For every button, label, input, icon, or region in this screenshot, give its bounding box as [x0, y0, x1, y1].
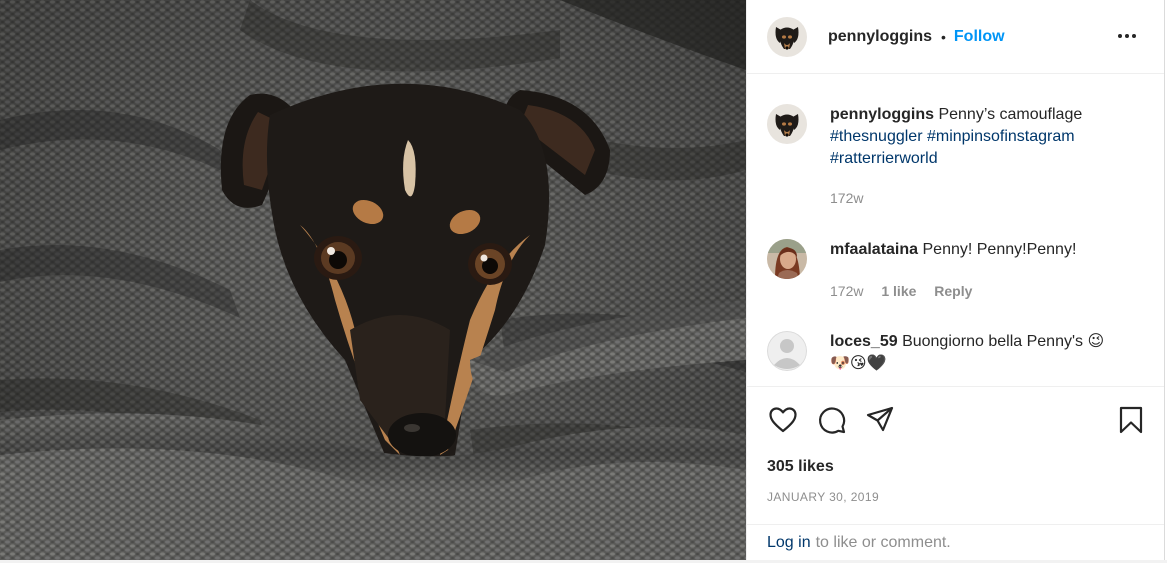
dog-avatar-image: [767, 16, 807, 57]
post-header: pennyloggins • Follow: [747, 0, 1164, 74]
reply-button[interactable]: Reply: [934, 283, 972, 299]
instagram-post: pennyloggins • Follow pennyloggins Penny…: [0, 0, 1167, 563]
login-text: to like or comment.: [815, 533, 951, 551]
caption-body: pennyloggins Penny’s camouflage #thesnug…: [830, 104, 1144, 209]
commenter-avatar[interactable]: [767, 239, 807, 279]
comment-username[interactable]: loces_59: [830, 333, 898, 350]
more-options-icon[interactable]: [1114, 24, 1140, 48]
heart-icon[interactable]: [767, 404, 799, 436]
hashtag-link[interactable]: #minpinsofinstagram: [927, 128, 1075, 145]
comment-bubble-icon[interactable]: [816, 404, 848, 436]
comments-list[interactable]: pennyloggins Penny’s camouflage #thesnug…: [747, 74, 1164, 386]
post-actions: 305 likes JANUARY 30, 2019: [747, 386, 1164, 524]
comment-meta: 172w 1 like Reply: [830, 280, 1144, 302]
comment-body: mfaalataina Penny! Penny!Penny! 172w 1 l…: [830, 239, 1144, 302]
caption-avatar[interactable]: [767, 104, 807, 144]
comment-text: Penny! Penny!Penny!: [922, 241, 1077, 258]
dog-avatar-image: [767, 104, 807, 144]
post-photo[interactable]: [0, 0, 746, 560]
caption-meta: 172w: [830, 187, 1144, 209]
hashtag-link[interactable]: #ratterrierworld: [830, 150, 938, 167]
post-side-panel: pennyloggins • Follow pennyloggins Penny…: [746, 0, 1165, 560]
paper-plane-icon[interactable]: [864, 404, 896, 436]
bookmark-icon[interactable]: [1115, 404, 1147, 436]
dog-in-blanket-image: [0, 0, 746, 560]
comment-username[interactable]: mfaalataina: [830, 241, 918, 258]
login-link[interactable]: Log in: [767, 534, 811, 552]
default-avatar-image: [767, 331, 807, 371]
likes-count[interactable]: 305 likes: [767, 458, 834, 476]
hashtag-link[interactable]: #thesnuggler: [830, 128, 923, 145]
comment-text: Buongiorno bella Penny's: [902, 333, 1084, 350]
wink-emoji: 😉: [1087, 333, 1105, 350]
header-separator: •: [941, 28, 946, 45]
emoji-group: 🐶😘🖤: [830, 355, 887, 372]
caption-text: Penny’s camouflage: [938, 106, 1083, 123]
caption-time[interactable]: 172w: [830, 190, 863, 206]
post-date[interactable]: JANUARY 30, 2019: [767, 490, 879, 504]
follow-button[interactable]: Follow: [954, 28, 1005, 46]
more-dot: [1125, 34, 1129, 38]
login-prompt: Log in to like or comment.: [747, 524, 1164, 560]
author-avatar[interactable]: [767, 16, 807, 57]
person-avatar-image: [767, 239, 807, 279]
more-dot: [1132, 34, 1136, 38]
caption-username[interactable]: pennyloggins: [830, 106, 934, 123]
comment-likes[interactable]: 1 like: [881, 283, 916, 299]
author-username[interactable]: pennyloggins: [828, 28, 932, 46]
more-dot: [1118, 34, 1122, 38]
comment-time[interactable]: 172w: [830, 283, 863, 299]
commenter-avatar[interactable]: [767, 331, 807, 371]
comment-body: loces_59 Buongiorno bella Penny's 😉 🐶😘🖤: [830, 331, 1144, 375]
